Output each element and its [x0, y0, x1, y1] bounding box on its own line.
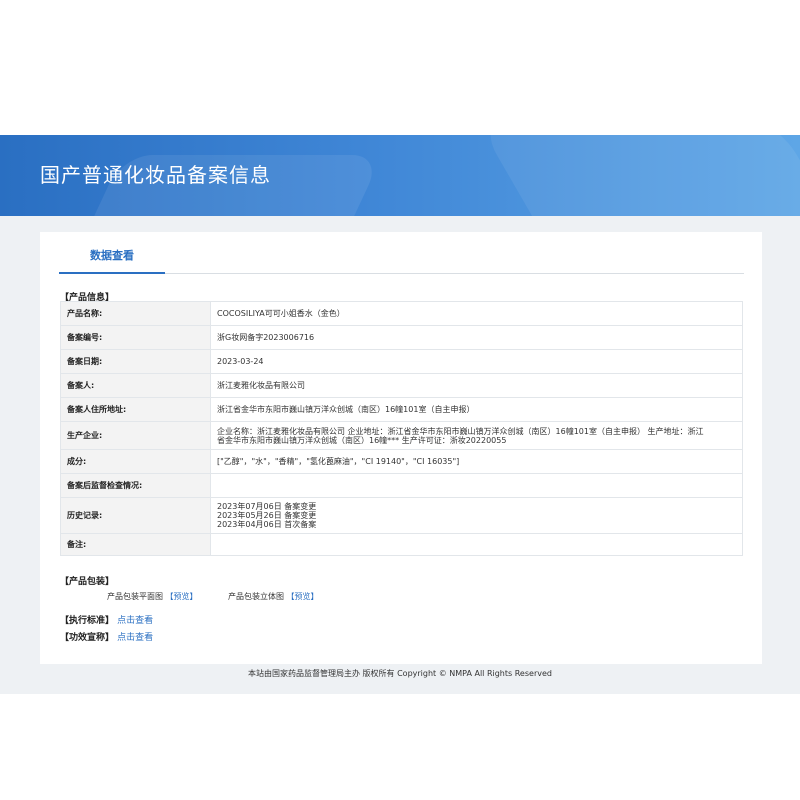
table-row: 生产企业: 企业名称：浙江麦雅化妆品有限公司 企业地址：浙江省金华市东阳市巍山镇…: [60, 421, 743, 450]
page: 国产普通化妆品备案信息 数据查看 【产品信息】 产品名称: COCOSILIYA…: [0, 0, 800, 800]
manufacturer-line: 企业名称：浙江麦雅化妆品有限公司 企业地址：浙江省金华市东阳市巍山镇万洋众创城（…: [217, 426, 704, 436]
table-row: 备案人: 浙江麦雅化妆品有限公司: [60, 373, 743, 398]
row-value: 浙江麦雅化妆品有限公司: [210, 373, 743, 398]
table-row: 备案日期: 2023-03-24: [60, 349, 743, 374]
history-entry: 2023年05月26日 备案变更: [217, 511, 317, 520]
row-label: 备注:: [60, 533, 211, 556]
row-value: 企业名称：浙江麦雅化妆品有限公司 企业地址：浙江省金华市东阳市巍山镇万洋众创城（…: [210, 421, 743, 450]
table-row: 备案人住所地址: 浙江省金华市东阳市巍山镇万洋众创城（南区）16幢101室（自主…: [60, 397, 743, 422]
row-label: 历史记录:: [60, 497, 211, 534]
header-banner: 国产普通化妆品备案信息: [0, 135, 800, 216]
table-row: 历史记录: 2023年07月06日 备案变更 2023年05月26日 备案变更 …: [60, 497, 743, 534]
row-value: 2023年07月06日 备案变更 2023年05月26日 备案变更 2023年0…: [210, 497, 743, 534]
packaging-section-label: 【产品包装】: [60, 577, 115, 587]
page-title: 国产普通化妆品备案信息: [40, 163, 271, 187]
row-label: 备案日期:: [60, 349, 211, 374]
efficacy-label: 【功效宣称】: [60, 633, 115, 643]
row-value: 2023-03-24: [210, 349, 743, 374]
row-value: [210, 533, 743, 556]
row-label: 备案人住所地址:: [60, 397, 211, 422]
row-label: 产品名称:: [60, 301, 211, 326]
row-label: 成分:: [60, 449, 211, 474]
packaging-stereo: 产品包装立体图 【预览】: [228, 591, 319, 602]
row-label: 备案编号:: [60, 325, 211, 350]
efficacy-section: 【功效宣称】 点击查看: [60, 630, 153, 643]
manufacturer-line: 省金华市东阳市巍山镇万洋众创城（南区）16幢*** 生产许可证：浙妆202200…: [217, 435, 507, 445]
row-value: ["乙醇"，"水"，"香精"，"氢化蓖麻油"，"CI 19140"，"CI 16…: [210, 449, 743, 474]
row-value: 浙江省金华市东阳市巍山镇万洋众创城（南区）16幢101室（自主申报）: [210, 397, 743, 422]
table-row: 备案编号: 浙G妆网备字2023006716: [60, 325, 743, 350]
efficacy-view-link[interactable]: 点击查看: [117, 633, 153, 643]
row-value: COCOSILIYA可可小姐香水（金色）: [210, 301, 743, 326]
history-entry: 2023年04月06日 首次备案: [217, 520, 317, 529]
footer: 本站由国家药品监督管理局主办 版权所有 Copyright © NMPA All…: [0, 664, 800, 694]
table-row: 成分: ["乙醇"，"水"，"香精"，"氢化蓖麻油"，"CI 19140"，"C…: [60, 449, 743, 474]
standard-label: 【执行标准】: [60, 616, 115, 626]
table-row: 产品名称: COCOSILIYA可可小姐香水（金色）: [60, 301, 743, 326]
row-label: 生产企业:: [60, 421, 211, 450]
table-row: 备注:: [60, 533, 743, 556]
table-row: 备案后监督检查情况:: [60, 473, 743, 498]
history-entry: 2023年07月06日 备案变更: [217, 502, 317, 511]
packaging-flat: 产品包装平面图 【预览】: [107, 591, 198, 602]
row-label: 备案后监督检查情况:: [60, 473, 211, 498]
product-info-table: 产品名称: COCOSILIYA可可小姐香水（金色） 备案编号: 浙G妆网备字2…: [60, 301, 743, 556]
tab-data-view[interactable]: 数据查看: [59, 244, 165, 274]
packaging-stereo-label: 产品包装立体图: [228, 592, 284, 601]
row-label: 备案人:: [60, 373, 211, 398]
row-value: [210, 473, 743, 498]
footer-copyright: 本站由国家药品监督管理局主办 版权所有 Copyright © NMPA All…: [248, 669, 552, 678]
row-value: 浙G妆网备字2023006716: [210, 325, 743, 350]
banner-decoration: [473, 135, 800, 216]
standard-section: 【执行标准】 点击查看: [60, 613, 153, 626]
tab-bar: 数据查看: [59, 244, 744, 274]
standard-view-link[interactable]: 点击查看: [117, 616, 153, 626]
packaging-stereo-preview-link[interactable]: 【预览】: [287, 592, 319, 601]
detail-panel: 数据查看 【产品信息】 产品名称: COCOSILIYA可可小姐香水（金色） 备…: [40, 232, 762, 664]
packaging-flat-label: 产品包装平面图: [107, 592, 163, 601]
packaging-flat-preview-link[interactable]: 【预览】: [166, 592, 198, 601]
